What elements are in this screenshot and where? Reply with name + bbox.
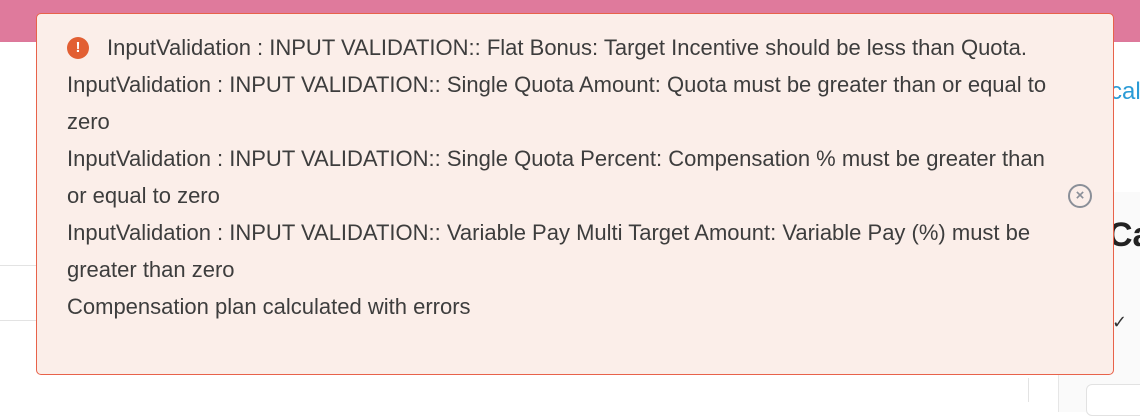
calculate-link[interactable]: cal bbox=[1110, 78, 1140, 106]
chevron-down-icon[interactable]: ✓ bbox=[1112, 312, 1127, 333]
toast-message-list: InputValidation : INPUT VALIDATION:: Fla… bbox=[67, 29, 1057, 325]
side-panel-card bbox=[1086, 384, 1140, 416]
toast-message: InputValidation : INPUT VALIDATION:: Sin… bbox=[67, 72, 1047, 134]
toast-message: InputValidation : INPUT VALIDATION:: Var… bbox=[67, 220, 1031, 282]
toast-message: InputValidation : INPUT VALIDATION:: Sin… bbox=[67, 146, 1045, 208]
error-toast: ! InputValidation : INPUT VALIDATION:: F… bbox=[36, 13, 1114, 375]
row-divider bbox=[0, 265, 40, 266]
close-icon[interactable]: × bbox=[1068, 184, 1092, 208]
row-divider bbox=[0, 320, 40, 321]
column-divider bbox=[1028, 378, 1029, 402]
toast-summary-message: Compensation plan calculated with errors bbox=[67, 294, 471, 319]
toast-message: InputValidation : INPUT VALIDATION:: Fla… bbox=[107, 35, 1028, 60]
